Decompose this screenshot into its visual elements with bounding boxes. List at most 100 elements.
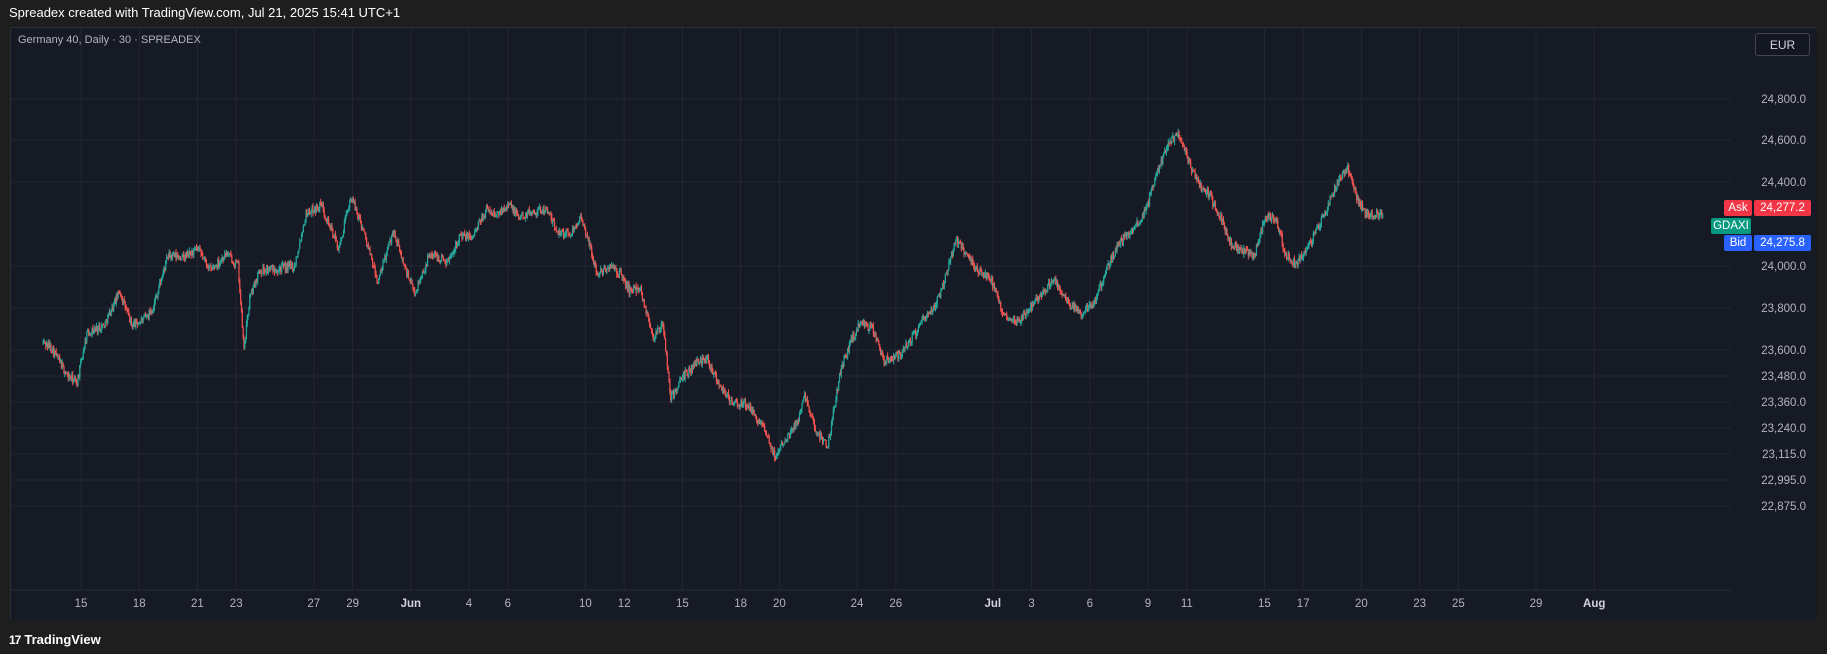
candle-body	[517, 214, 520, 217]
candle-body	[323, 210, 325, 216]
y-tick-label: 24,800.0	[1761, 94, 1806, 106]
x-tick-label: 23	[230, 598, 243, 610]
candle-body	[798, 414, 801, 421]
candle-body	[618, 271, 621, 275]
candle-body	[678, 382, 680, 388]
symbol-price-label: GDAXI	[1711, 218, 1751, 234]
candle-body	[666, 354, 668, 367]
x-tick-label: Jun	[401, 598, 421, 610]
candle-body	[911, 334, 913, 343]
candle-body	[62, 363, 64, 366]
symbol-title[interactable]: Germany 40, Daily · 30 · SPREADEX	[18, 34, 201, 46]
candle-body	[299, 241, 301, 249]
x-tick-label: 21	[191, 598, 204, 610]
candle-body	[252, 286, 254, 294]
candle-body	[260, 270, 262, 274]
x-tick-label: 25	[1452, 598, 1465, 610]
x-tick-label: 26	[889, 598, 902, 610]
x-tick-label: 17	[1297, 598, 1310, 610]
x-tick-label: 4	[466, 598, 473, 610]
candle-body	[1173, 135, 1176, 142]
candle-body	[1270, 218, 1273, 222]
x-tick-label: 18	[133, 598, 146, 610]
candle-body	[664, 332, 666, 339]
y-tick-label: 23,480.0	[1761, 371, 1806, 383]
candle-body	[386, 249, 388, 253]
x-tick-label: 27	[307, 598, 320, 610]
x-tick-label: 20	[1355, 598, 1368, 610]
footer: 17 TradingView	[0, 624, 1827, 654]
candle-body	[801, 403, 803, 410]
candle-body	[1382, 216, 1384, 218]
candle-body	[838, 381, 840, 391]
candle-body	[1106, 265, 1108, 270]
candle-body	[620, 270, 622, 275]
candle-body	[382, 261, 384, 270]
ask-label: Ask	[1724, 200, 1752, 216]
candle-body	[1190, 162, 1192, 169]
candle-body	[667, 366, 669, 372]
candle-body	[947, 270, 949, 274]
candle-body	[366, 237, 368, 246]
candle-body	[302, 225, 304, 233]
x-tick-label: 15	[1258, 598, 1271, 610]
tradingview-brand: TradingView	[24, 632, 101, 647]
candle-body	[400, 251, 402, 259]
candle-body	[158, 287, 160, 292]
plot-background	[11, 28, 1817, 620]
candle-body	[281, 265, 283, 273]
y-tick-label: 24,600.0	[1761, 135, 1806, 147]
x-tick-label: 15	[75, 598, 88, 610]
candle-body	[1162, 156, 1164, 163]
candle-body	[643, 299, 645, 307]
x-tick-label: 11	[1181, 598, 1193, 610]
candle-body	[458, 234, 460, 243]
bid-price: 24,275.8	[1754, 235, 1811, 251]
candle-body	[1320, 217, 1322, 227]
y-tick-label: 24,000.0	[1761, 261, 1806, 273]
candle-body	[160, 280, 163, 284]
currency-button[interactable]: EUR	[1755, 33, 1810, 56]
candle-body	[376, 275, 378, 283]
candle-body	[86, 332, 88, 342]
x-tick-label: Jul	[984, 598, 1001, 610]
candle-body	[765, 433, 768, 436]
candle-body	[250, 293, 252, 296]
candle-body	[242, 327, 244, 337]
candle-body	[398, 240, 400, 246]
tradingview-logo[interactable]: 17 TradingView	[9, 632, 101, 647]
x-tick-label: 3	[1028, 598, 1034, 610]
candle-body	[553, 220, 556, 229]
bid-label: Bid	[1724, 235, 1752, 251]
candle-body	[442, 257, 444, 260]
candle-body	[664, 338, 667, 351]
y-tick-label: 23,115.0	[1762, 449, 1806, 461]
y-tick-label: 23,800.0	[1761, 303, 1806, 315]
x-tick-label: 6	[1087, 598, 1093, 610]
candle-body	[1218, 212, 1220, 217]
x-tick-label: 29	[346, 598, 359, 610]
chart-frame[interactable]: 24,800.0 24,600.0 24,400.0 24,000.0 23,800.0…	[10, 27, 1817, 620]
candle-body	[363, 228, 365, 232]
candle-body	[807, 403, 809, 406]
candle-body	[522, 214, 524, 218]
y-tick-label: 23,600.0	[1761, 345, 1806, 357]
candle-body	[1148, 194, 1151, 206]
candle-body	[372, 259, 374, 266]
x-tick-label: 24	[851, 598, 864, 610]
candle-body	[1047, 285, 1049, 292]
tradingview-logo-icon: 17	[9, 632, 21, 647]
x-tick-label: 12	[618, 598, 631, 610]
candle-body	[602, 268, 604, 275]
x-tick-label: 6	[505, 598, 511, 610]
candle-body	[1098, 286, 1100, 291]
x-tick-label: 20	[773, 598, 786, 610]
candle-body	[1000, 301, 1002, 310]
candle-body	[1171, 137, 1173, 144]
candle-body	[686, 371, 688, 375]
candle-body	[130, 318, 133, 325]
candle-body	[787, 434, 789, 440]
candle-body	[555, 229, 557, 231]
candle-body	[1155, 175, 1157, 180]
candlestick-chart[interactable]: 24,800.0 24,600.0 24,400.0 24,000.0 23,800.0…	[11, 28, 1817, 620]
